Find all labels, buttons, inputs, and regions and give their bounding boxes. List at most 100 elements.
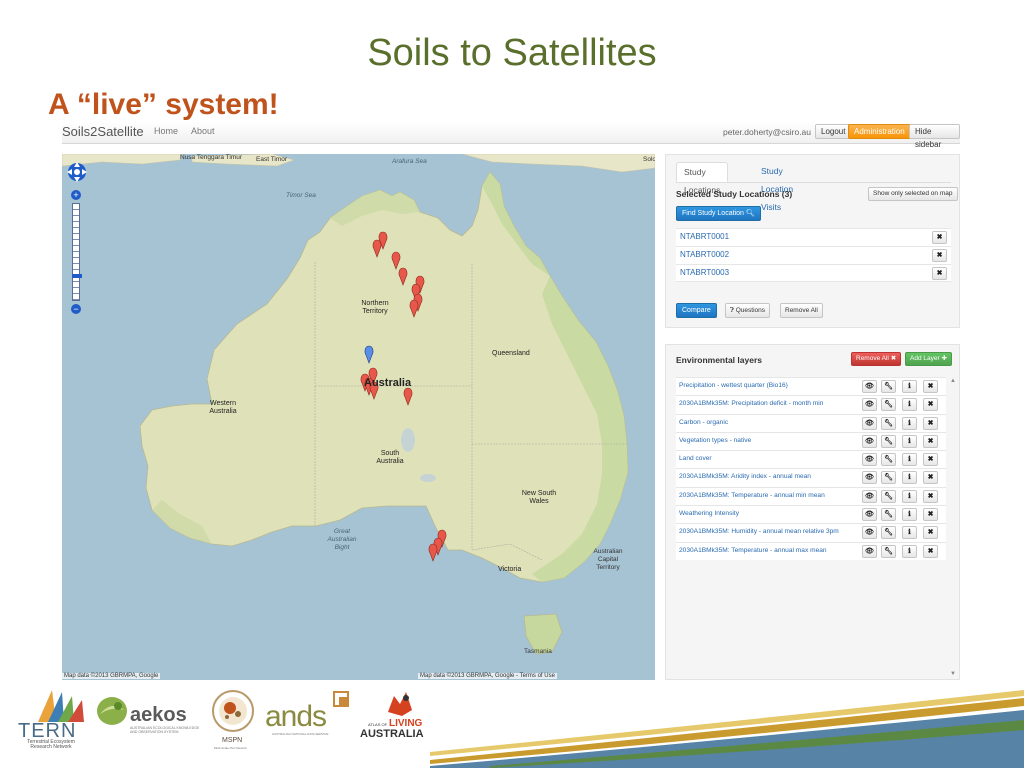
remove-layer-button[interactable]: ✖: [923, 380, 938, 393]
hide-sidebar-button[interactable]: Hide sidebar: [909, 124, 960, 149]
scroll-down-arrow[interactable]: ▼: [950, 671, 956, 677]
toggle-visibility-button[interactable]: 👁︎: [862, 398, 877, 412]
zoom-in-button[interactable]: +: [71, 190, 81, 200]
eye-icon: 👁︎: [865, 511, 874, 519]
layer-link[interactable]: 2030A1BMk35M: Temperature - annual max m…: [679, 547, 827, 554]
app-topbar: Soils2Satellite Home About peter.doherty…: [62, 122, 960, 149]
remove-layer-button[interactable]: ✖: [923, 471, 938, 485]
toggle-visibility-button[interactable]: 👁︎: [862, 508, 877, 522]
layer-link[interactable]: 2030A1BMk35M: Humidity - annual mean rel…: [679, 528, 839, 535]
logout-button[interactable]: Logout: [815, 124, 852, 139]
info-icon: ℹ: [908, 492, 911, 500]
layer-settings-button[interactable]: 🔧︎: [881, 471, 896, 485]
remove-location-button[interactable]: ✖: [932, 249, 947, 262]
questions-label: Questions: [735, 307, 766, 314]
tab-study-location-visits[interactable]: Study Location Visits: [754, 162, 800, 212]
zoom-out-button[interactable]: −: [71, 304, 81, 314]
show-only-selected-button[interactable]: Show only selected on map: [868, 187, 958, 201]
layer-info-button[interactable]: ℹ: [902, 471, 917, 485]
layer-info-button[interactable]: ℹ: [902, 544, 917, 558]
remove-location-button[interactable]: ✖: [932, 231, 947, 244]
location-link[interactable]: NTABRT0003: [680, 268, 729, 277]
layer-link[interactable]: Weathering Intensity: [679, 510, 739, 517]
remove-layer-button[interactable]: ✖: [923, 434, 938, 448]
layer-link[interactable]: Land cover: [679, 455, 712, 462]
layer-settings-button[interactable]: 🔧︎: [881, 416, 896, 430]
layer-info-button[interactable]: ℹ: [902, 380, 917, 393]
layer-row: 2030A1BMk35M: Temperature - annual min m…: [676, 486, 946, 506]
remove-all-layers-button[interactable]: Remove All ✖: [851, 352, 902, 366]
remove-layer-button[interactable]: ✖: [923, 544, 938, 558]
layer-settings-button[interactable]: 🔧︎: [881, 489, 896, 503]
remove-layer-button[interactable]: ✖: [923, 508, 938, 522]
layer-link[interactable]: Precipitation - wettest quarter (Bio16): [679, 382, 788, 389]
map-view[interactable]: Nusa Tenggara Timur East Timor Arafura S…: [62, 154, 655, 680]
remove-layer-button[interactable]: ✖: [923, 416, 938, 430]
map-zoom-control[interactable]: + −: [71, 190, 82, 314]
zoom-slider[interactable]: [72, 203, 82, 301]
remove-all-locations-button[interactable]: Remove All: [780, 303, 823, 318]
questions-button[interactable]: ❓︎ Questions: [725, 303, 771, 318]
layer-info-button[interactable]: ℹ: [902, 453, 917, 467]
compare-button[interactable]: Compare: [676, 303, 717, 318]
toggle-visibility-button[interactable]: 👁︎: [862, 380, 877, 393]
location-link[interactable]: NTABRT0001: [680, 232, 729, 241]
remove-layer-button[interactable]: ✖: [923, 453, 938, 467]
layer-settings-button[interactable]: 🔧︎: [881, 526, 896, 540]
layer-settings-button[interactable]: 🔧︎: [881, 398, 896, 412]
eye-icon: 👁︎: [865, 419, 874, 427]
layer-settings-button[interactable]: 🔧︎: [881, 508, 896, 522]
layer-link[interactable]: 2030A1BMk35M: Aridity index - annual mea…: [679, 473, 811, 480]
remove-layer-button[interactable]: ✖: [923, 489, 938, 503]
layer-settings-button[interactable]: 🔧︎: [881, 453, 896, 467]
toggle-visibility-button[interactable]: 👁︎: [862, 544, 877, 558]
zoom-slider-thumb[interactable]: [72, 274, 82, 278]
info-icon: ℹ: [908, 474, 911, 482]
app-brand[interactable]: Soils2Satellite: [62, 124, 144, 139]
close-icon: ✖: [927, 547, 934, 555]
layer-settings-button[interactable]: 🔧︎: [881, 434, 896, 448]
layer-info-button[interactable]: ℹ: [902, 416, 917, 430]
toggle-visibility-button[interactable]: 👁︎: [862, 526, 877, 540]
layer-info-button[interactable]: ℹ: [902, 526, 917, 540]
ala-logo-icon: [388, 692, 412, 716]
administration-button[interactable]: Administration: [848, 124, 911, 139]
add-layer-button[interactable]: Add Layer ✚: [905, 352, 952, 366]
wrench-icon: 🔧︎: [884, 419, 893, 427]
nav-about[interactable]: About: [191, 126, 215, 136]
location-link[interactable]: NTABRT0002: [680, 250, 729, 259]
layer-link[interactable]: Carbon - organic: [679, 419, 728, 426]
layer-info-button[interactable]: ℹ: [902, 489, 917, 503]
layer-settings-button[interactable]: 🔧︎: [881, 380, 896, 393]
remove-layer-button[interactable]: ✖: [923, 398, 938, 412]
nav-home[interactable]: Home: [154, 126, 178, 136]
layer-info-button[interactable]: ℹ: [902, 398, 917, 412]
layer-link[interactable]: Vegetation types - native: [679, 437, 751, 444]
remove-layer-button[interactable]: ✖: [923, 526, 938, 540]
remove-location-button[interactable]: ✖: [932, 267, 947, 280]
layer-settings-button[interactable]: 🔧︎: [881, 544, 896, 558]
info-icon: ℹ: [908, 547, 911, 555]
info-icon: ℹ: [908, 529, 911, 537]
map-label-east-timor: East Timor: [256, 156, 288, 163]
australia-map-graphic: [62, 154, 655, 655]
toggle-visibility-button[interactable]: 👁︎: [862, 434, 877, 448]
map-attribution-left: Map data ©2013 GBRMPA, Google: [62, 673, 161, 679]
find-study-location-button[interactable]: Find Study Location 🔍︎: [676, 206, 761, 221]
question-icon: ❓︎: [730, 307, 734, 314]
wrench-icon: 🔧︎: [884, 456, 893, 464]
layer-link[interactable]: 2030A1BMk35M: Temperature - annual min m…: [679, 492, 825, 499]
toggle-visibility-button[interactable]: 👁︎: [862, 453, 877, 467]
toggle-visibility-button[interactable]: 👁︎: [862, 489, 877, 503]
close-icon: ✖: [936, 252, 943, 259]
tab-study-locations[interactable]: Study Locations: [676, 162, 729, 195]
layer-info-button[interactable]: ℹ: [902, 508, 917, 522]
layer-info-button[interactable]: ℹ: [902, 434, 917, 448]
map-attribution-right[interactable]: Map data ©2013 GBRMPA, Google - Terms of…: [418, 673, 557, 679]
toggle-visibility-button[interactable]: 👁︎: [862, 416, 877, 430]
layer-link[interactable]: 2030A1BMk35M: Precipitation deficit - mo…: [679, 400, 823, 407]
toggle-visibility-button[interactable]: 👁︎: [862, 471, 877, 485]
wrench-icon: 🔧︎: [884, 492, 893, 500]
list-item: NTABRT0003 ✖: [676, 264, 951, 282]
scroll-up-arrow[interactable]: ▲: [950, 378, 956, 384]
